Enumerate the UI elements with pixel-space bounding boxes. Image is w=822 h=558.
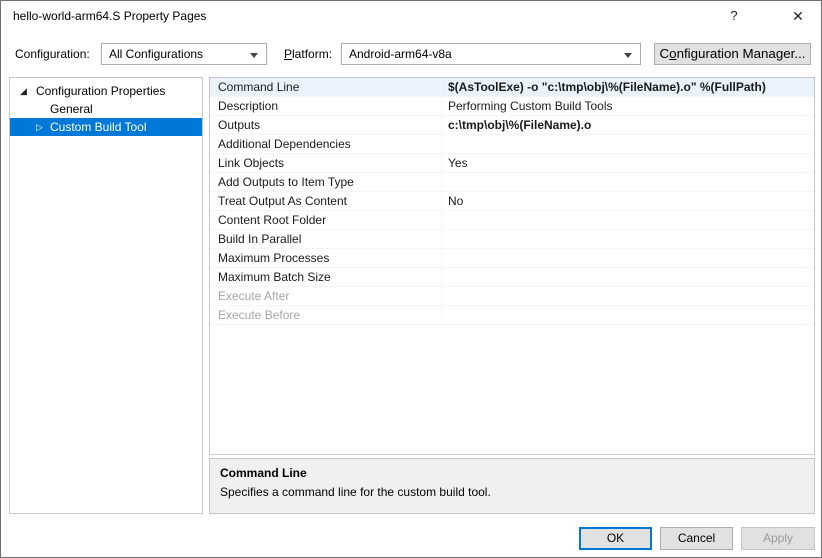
platform-label: Platform: bbox=[284, 43, 332, 65]
title-bar: hello-world-arm64.S Property Pages ? ✕ bbox=[1, 1, 821, 31]
property-value[interactable] bbox=[442, 135, 814, 153]
property-row[interactable]: Link Objects Yes bbox=[210, 154, 814, 173]
tree-item-configuration-properties[interactable]: ◢ Configuration Properties bbox=[10, 82, 202, 100]
tree-item-label: Configuration Properties bbox=[36, 82, 165, 100]
property-name: Treat Output As Content bbox=[210, 192, 442, 210]
property-grid: Command Line $(AsToolExe) -o "c:\tmp\obj… bbox=[209, 77, 815, 455]
tree-item-label: General bbox=[50, 100, 93, 118]
property-row[interactable]: Maximum Processes bbox=[210, 249, 814, 268]
help-icon[interactable]: ? bbox=[719, 1, 749, 31]
property-row[interactable]: Outputs c:\tmp\obj\%(FileName).o bbox=[210, 116, 814, 135]
collapsed-triangle-icon[interactable]: ▷ bbox=[36, 118, 43, 136]
property-row[interactable]: Additional Dependencies bbox=[210, 135, 814, 154]
apply-button: Apply bbox=[741, 527, 815, 550]
window-title: hello-world-arm64.S Property Pages bbox=[13, 1, 206, 31]
property-name: Execute Before bbox=[210, 306, 442, 324]
property-name: Add Outputs to Item Type bbox=[210, 173, 442, 191]
property-row[interactable]: Treat Output As Content No bbox=[210, 192, 814, 211]
property-value[interactable] bbox=[442, 230, 814, 248]
property-row[interactable]: Maximum Batch Size bbox=[210, 268, 814, 287]
property-name: Link Objects bbox=[210, 154, 442, 172]
platform-dropdown[interactable]: Android-arm64-v8a bbox=[341, 43, 641, 65]
property-row[interactable]: Content Root Folder bbox=[210, 211, 814, 230]
property-row[interactable]: Description Performing Custom Build Tool… bbox=[210, 97, 814, 116]
property-name: Build In Parallel bbox=[210, 230, 442, 248]
tree-item-label: Custom Build Tool bbox=[50, 118, 147, 136]
configuration-manager-button[interactable]: Configuration Manager... bbox=[654, 43, 811, 65]
property-description-pane: Command Line Specifies a command line fo… bbox=[209, 458, 815, 514]
category-tree: ◢ Configuration Properties General ▷ Cus… bbox=[9, 77, 203, 514]
close-icon[interactable]: ✕ bbox=[783, 1, 813, 31]
description-text: Specifies a command line for the custom … bbox=[220, 485, 804, 499]
tree-item-general[interactable]: General bbox=[10, 100, 202, 118]
ok-button[interactable]: OK bbox=[579, 527, 652, 550]
property-name: Additional Dependencies bbox=[210, 135, 442, 153]
property-value[interactable]: $(AsToolExe) -o "c:\tmp\obj\%(FileName).… bbox=[442, 78, 814, 96]
property-value bbox=[442, 306, 814, 324]
property-row[interactable]: Add Outputs to Item Type bbox=[210, 173, 814, 192]
property-value[interactable] bbox=[442, 211, 814, 229]
property-name: Content Root Folder bbox=[210, 211, 442, 229]
chevron-down-icon bbox=[624, 53, 632, 58]
configuration-dropdown-value: All Configurations bbox=[109, 47, 203, 61]
expanded-triangle-icon[interactable]: ◢ bbox=[20, 82, 27, 100]
property-name: Execute After bbox=[210, 287, 442, 305]
property-value bbox=[442, 287, 814, 305]
chevron-down-icon bbox=[250, 53, 258, 58]
property-row: Execute Before bbox=[210, 306, 814, 325]
property-row[interactable]: Build In Parallel bbox=[210, 230, 814, 249]
property-value[interactable]: No bbox=[442, 192, 814, 210]
property-value[interactable] bbox=[442, 249, 814, 267]
property-pages-dialog: hello-world-arm64.S Property Pages ? ✕ C… bbox=[0, 0, 822, 558]
property-row[interactable]: Command Line $(AsToolExe) -o "c:\tmp\obj… bbox=[210, 78, 814, 97]
description-title: Command Line bbox=[220, 466, 804, 480]
property-name: Outputs bbox=[210, 116, 442, 134]
property-value[interactable]: Yes bbox=[442, 154, 814, 172]
platform-dropdown-value: Android-arm64-v8a bbox=[349, 47, 452, 61]
property-name: Maximum Processes bbox=[210, 249, 442, 267]
property-value[interactable]: c:\tmp\obj\%(FileName).o bbox=[442, 116, 814, 134]
property-value[interactable]: Performing Custom Build Tools bbox=[442, 97, 814, 115]
configuration-label: Configuration: bbox=[15, 43, 90, 65]
configuration-dropdown[interactable]: All Configurations bbox=[101, 43, 267, 65]
property-name: Description bbox=[210, 97, 442, 115]
tree-item-custom-build-tool[interactable]: ▷ Custom Build Tool bbox=[10, 118, 202, 136]
cancel-button[interactable]: Cancel bbox=[660, 527, 733, 550]
property-name: Command Line bbox=[210, 78, 442, 96]
property-value[interactable] bbox=[442, 268, 814, 286]
property-name: Maximum Batch Size bbox=[210, 268, 442, 286]
property-row: Execute After bbox=[210, 287, 814, 306]
property-value[interactable] bbox=[442, 173, 814, 191]
